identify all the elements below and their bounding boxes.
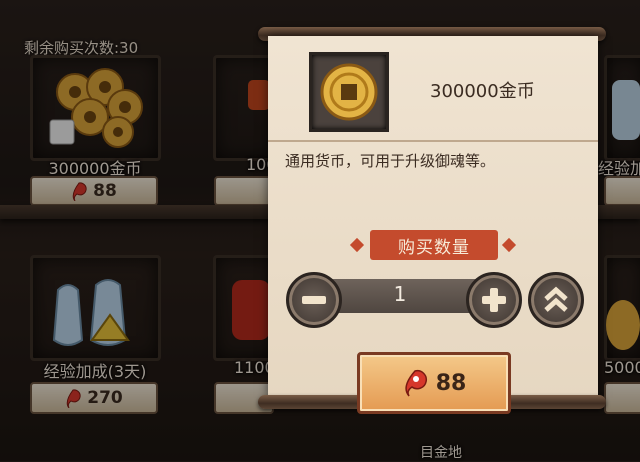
decrease-quantity-button[interactable]: [286, 272, 342, 328]
double-chevron-up-icon: [544, 286, 568, 312]
dialog-item-name: 300000金币: [430, 81, 535, 102]
quantity-value[interactable]: 1: [380, 282, 420, 306]
increase-quantity-button[interactable]: [466, 272, 522, 328]
buy-price: 88: [435, 370, 467, 396]
dialog-item-description: 通用货币，可用于升级御魂等。: [285, 152, 496, 170]
quantity-title: 购买数量: [370, 230, 498, 260]
max-quantity-button[interactable]: [528, 272, 584, 328]
plus-icon: [482, 288, 506, 312]
gold-coin-icon: [320, 63, 378, 121]
dialog-item-frame: [309, 52, 389, 132]
dialog-divider: [268, 140, 598, 142]
minus-icon: [302, 296, 326, 304]
buy-button[interactable]: 88: [357, 352, 511, 414]
magatama-jade-icon: [405, 369, 427, 397]
